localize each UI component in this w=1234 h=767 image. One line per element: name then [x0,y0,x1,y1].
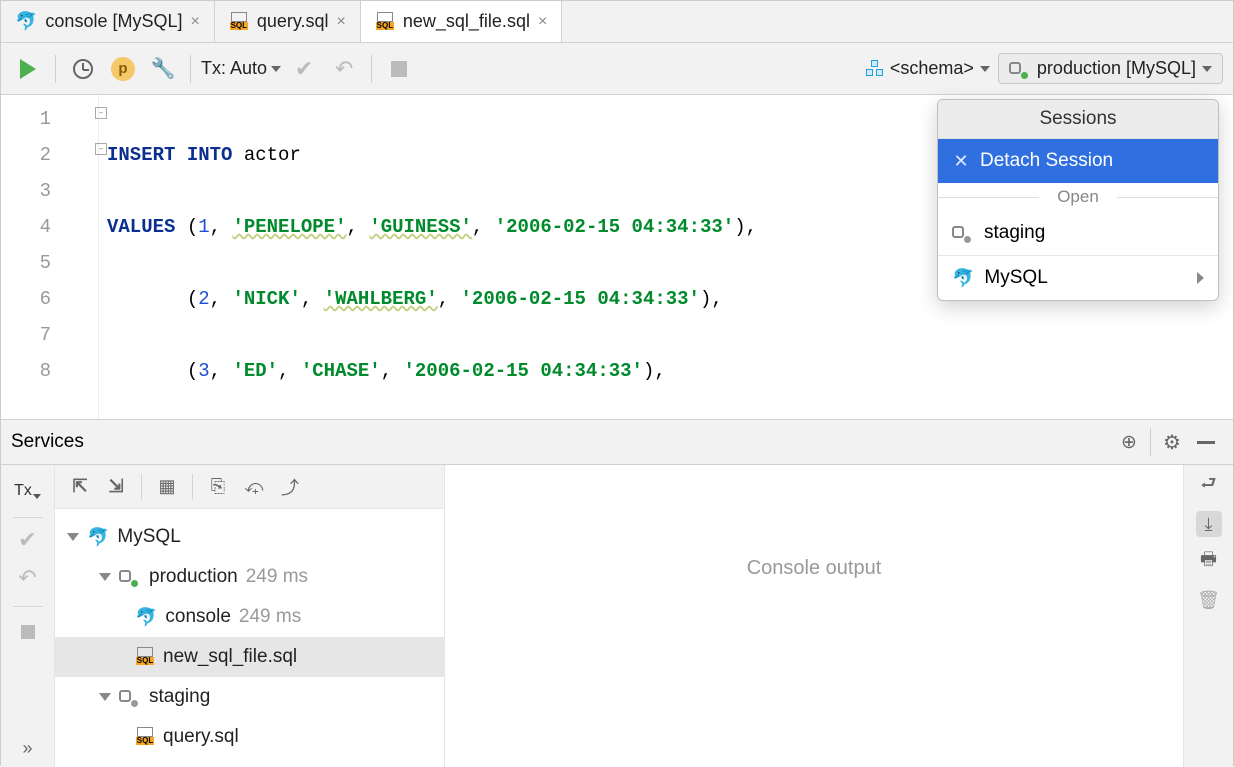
dolphin-icon: 🐬 [87,518,109,556]
stop-button[interactable] [382,52,416,86]
tab-label: query.sql [257,11,329,32]
services-title: Services [11,431,84,453]
chevron-down-icon [99,693,111,701]
split-button[interactable]: ⤴ [273,470,307,504]
chevron-down-icon [99,573,111,581]
chevron-right-icon [1197,272,1204,284]
popup-section-open: Open [938,183,1218,211]
sql-file-icon: SQL [135,647,155,667]
delete-button[interactable]: 🗑 [1196,587,1222,613]
tx-label: Tx: Auto [201,58,267,79]
datasource-icon [119,568,137,586]
close-icon[interactable]: × [337,13,346,31]
fold-icon[interactable]: – [95,107,107,119]
sql-file-icon: SQL [229,12,249,32]
schema-label: <schema> [890,58,974,79]
services-body: Tx ✔ ↶ » ⇱ ⇲ ▦ ⎘ ⤽ ⤴ 🐬 MySQL [1,465,1233,767]
tx-mode-picker[interactable]: Tx: Auto [201,58,281,79]
session-label: production [MySQL] [1037,58,1196,79]
sql-file-icon: SQL [375,12,395,32]
chevron-down-icon [271,66,281,72]
schema-picker[interactable]: <schema> [866,58,990,79]
session-staging-item[interactable]: staging [938,211,1218,255]
popup-header: Sessions [938,100,1218,139]
scroll-to-end-button[interactable]: ⤓ [1196,511,1222,537]
grid-view-button[interactable]: ▦ [150,470,184,504]
tab-new-sql-file[interactable]: SQL new_sql_file.sql × [361,1,562,42]
wrap-button[interactable]: ⮐ [1196,473,1222,499]
stop-button[interactable] [21,625,35,639]
tx-dropdown[interactable]: Tx [14,471,41,511]
commit-button[interactable]: ✔ [287,52,321,86]
chevron-down-icon [980,66,990,72]
console-output: Console output [445,465,1183,767]
close-icon[interactable]: × [538,13,547,31]
dolphin-icon: 🐬 [952,268,974,289]
history-button[interactable] [66,52,100,86]
add-tab-button[interactable]: ⎘ [201,470,235,504]
schema-icon [866,60,884,78]
close-icon[interactable]: × [190,13,199,31]
rollback-button[interactable]: ↶ [18,562,36,594]
editor-toolbar: p 🔧 Tx: Auto ✔ ↶ <schema> production [My… [1,43,1233,95]
datasource-icon [1009,60,1027,78]
chevron-down-icon [67,533,79,541]
services-tree-toolbar: ⇱ ⇲ ▦ ⎘ ⤽ ⤴ [55,465,444,509]
tree-node-console[interactable]: 🐬 console 249 ms [55,597,444,637]
gutter: 1 2 3 4 5 6 7 8 – – [1,95,107,419]
tree-node-query[interactable]: SQL query.sql [55,717,444,757]
merge-button[interactable]: ⤽ [237,470,271,504]
close-icon: ✕ [952,151,970,172]
services-settings-button[interactable]: ⚙ [1155,425,1189,459]
chevron-down-icon [1202,66,1212,72]
tab-label: console [MySQL] [45,11,182,32]
commit-button[interactable]: ✔ [18,524,36,556]
target-button[interactable]: ⊕ [1112,425,1146,459]
crosshair-icon: ⊕ [1121,431,1137,454]
tree-node-staging[interactable]: staging [55,677,444,717]
rollback-button[interactable]: ↶ [327,52,361,86]
session-mysql-item[interactable]: 🐬 MySQL [938,256,1218,300]
services-hide-button[interactable] [1189,425,1223,459]
collapse-all-button[interactable]: ⇲ [99,470,133,504]
session-popup: Sessions ✕ Detach Session Open staging 🐬… [937,99,1219,301]
services-tree[interactable]: 🐬 MySQL production 249 ms 🐬 console 249 … [55,509,444,765]
tree-node-mysql[interactable]: 🐬 MySQL [55,517,444,557]
sql-file-icon: SQL [135,727,155,747]
tab-console[interactable]: 🐬 console [MySQL] × [1,1,215,42]
tab-label: new_sql_file.sql [403,11,530,32]
datasource-icon [119,688,137,706]
datasource-icon [952,224,970,242]
run-button[interactable] [11,52,45,86]
services-tree-pane: ⇱ ⇲ ▦ ⎘ ⤽ ⤴ 🐬 MySQL production 249 ms 🐬 [55,465,445,767]
services-left-toolbar: Tx ✔ ↶ » [1,465,55,767]
settings-button[interactable]: 🔧 [146,52,180,86]
services-header: Services ⊕ ⚙ [1,419,1233,465]
fold-icon[interactable]: – [95,143,107,155]
tree-node-new-sql-file[interactable]: SQL new_sql_file.sql [55,637,444,677]
detach-session-item[interactable]: ✕ Detach Session [938,139,1218,183]
services-right-toolbar: ⮐ ⤓ 🖶 🗑 [1183,465,1233,767]
dolphin-icon: 🐬 [135,598,157,636]
file-tabs: 🐬 console [MySQL] × SQL query.sql × SQL … [1,1,1233,43]
session-picker[interactable]: production [MySQL] [998,53,1223,84]
expand-all-button[interactable]: ⇱ [63,470,97,504]
print-button[interactable]: 🖶 [1196,549,1222,575]
more-button[interactable]: » [22,738,32,759]
tree-node-production[interactable]: production 249 ms [55,557,444,597]
profile-button[interactable]: p [106,52,140,86]
tab-query[interactable]: SQL query.sql × [215,1,361,42]
dolphin-icon: 🐬 [15,11,37,32]
